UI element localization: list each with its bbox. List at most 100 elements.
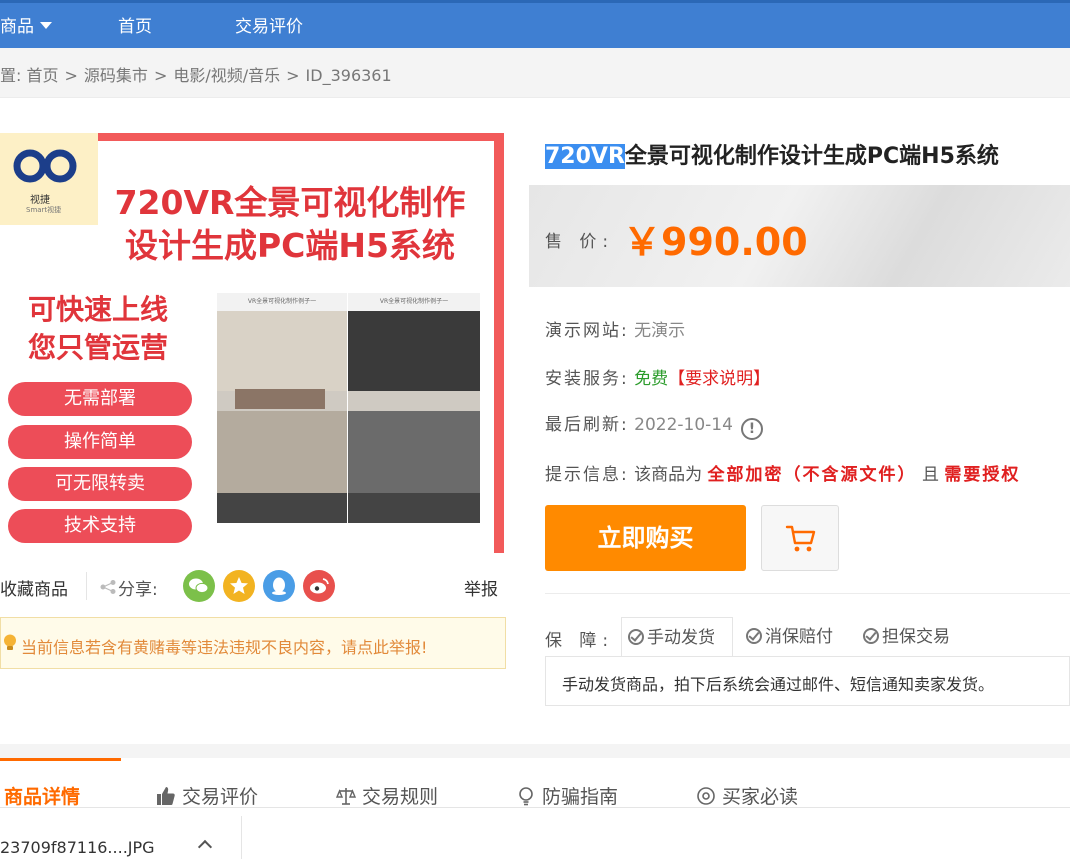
feature-pill: 技术支持 — [8, 509, 192, 543]
refresh-label: 最后刷新: — [545, 415, 629, 435]
weibo-icon[interactable] — [303, 570, 335, 602]
breadcrumb-prefix: 置: — [0, 66, 22, 85]
hint-encrypted: 全部加密（不含源文件） — [707, 465, 917, 485]
wechat-icon[interactable] — [183, 570, 215, 602]
tab-rules-label: 交易规则 — [362, 786, 439, 808]
chevron-up-icon[interactable] — [197, 839, 213, 855]
breadcrumb: 置: 首页 > 源码集市 > 电影/视频/音乐 > ID_396361 — [0, 62, 392, 86]
logo-mark-icon — [13, 149, 77, 183]
tab-rules[interactable]: 交易规则 — [336, 782, 438, 809]
tab-reviews-label: 交易评价 — [182, 786, 259, 808]
image-title: 720VR全景可视化制作 设计生成PC端H5系统 — [100, 181, 480, 267]
demo-row: 演示网站: 无演示 — [545, 316, 685, 341]
image-slogan: 可快速上线 您只管运营 — [28, 291, 168, 367]
image-border-right — [494, 133, 504, 553]
share-icon — [100, 580, 116, 594]
image-title-line2: 设计生成PC端H5系统 — [125, 226, 455, 265]
install-row: 安装服务: 免费【要求说明】 — [545, 364, 770, 389]
price-value: ￥990.00 — [623, 220, 808, 264]
info-icon[interactable]: ! — [740, 418, 763, 440]
warning-text: 当前信息若含有黄赌毒等违法违规不良内容，请点此举报! — [21, 638, 428, 657]
tab-anti-fraud-label: 防骗指南 — [542, 786, 619, 808]
tab-buyer-notice-label: 买家必读 — [722, 786, 799, 808]
share-label: 分享: — [118, 580, 158, 600]
guarantee-tab-compensation[interactable]: 消保赔付 — [740, 617, 833, 657]
guarantee-label: 保 障: — [545, 631, 615, 651]
image-title-line1: 720VR全景可视化制作 — [114, 183, 466, 222]
feature-pill: 可无限转卖 — [8, 467, 192, 501]
install-value: 免费 — [634, 369, 669, 389]
breadcrumb-separator: > — [286, 66, 300, 85]
nav-home[interactable]: 首页 — [118, 17, 152, 37]
top-nav: 商品 首页 交易评价 — [0, 0, 1070, 48]
nav-products-label: 商品 — [0, 17, 34, 37]
divider — [545, 593, 1070, 594]
active-tab-indicator — [0, 758, 121, 761]
hint-label: 提示信息: — [545, 465, 629, 485]
screenshot-wall — [217, 311, 347, 391]
report-link[interactable]: 举报 — [464, 575, 498, 600]
guarantee-tab-label: 手动发货 — [647, 628, 715, 648]
refresh-date: 2022-10-14 — [634, 415, 733, 435]
image-slogan-line2: 您只管运营 — [28, 331, 169, 364]
check-circle-icon — [863, 628, 879, 644]
nav-products-menu[interactable]: 商品 — [0, 17, 52, 37]
hint-row: 提示信息: 该商品为 全部加密（不含源文件） 且 需要授权 — [545, 460, 1020, 485]
detail-tabs: 商品详情 交易评价 交易规则 防骗指南 买家必读 — [0, 758, 1070, 808]
image-border-top — [90, 133, 504, 141]
product-image[interactable]: 视捷 Smart视捷 720VR全景可视化制作 设计生成PC端H5系统 可快速上… — [0, 133, 504, 553]
hint-text: 该商品为 — [634, 465, 703, 485]
tab-product-details[interactable]: 商品详情 — [4, 782, 80, 809]
qq-icon[interactable] — [263, 570, 295, 602]
favorite-button[interactable]: 收藏商品 — [0, 575, 68, 600]
breadcrumb-id: ID_396361 — [305, 66, 392, 85]
breadcrumb-source-market[interactable]: 源码集市 — [84, 66, 148, 85]
screenshot-title: VR全景可视化制作例子一 — [348, 293, 480, 311]
screenshot-wall — [348, 311, 480, 391]
scale-icon — [336, 788, 356, 805]
feature-pill: 无需部署 — [8, 382, 192, 416]
lightbulb-outline-icon — [519, 787, 533, 806]
screenshot-dining-room: VR全景可视化制作例子一 — [217, 293, 347, 523]
buy-now-button[interactable]: 立即购买 — [545, 505, 746, 571]
star-icon[interactable] — [223, 570, 255, 602]
screenshot-table — [235, 389, 325, 409]
section-separator — [0, 744, 1070, 758]
screenshot-title: VR全景可视化制作例子一 — [217, 293, 347, 311]
price-box: 售 价: ￥990.00 — [529, 185, 1070, 287]
check-circle-icon — [746, 628, 762, 644]
guarantee-tab-escrow[interactable]: 担保交易 — [857, 617, 950, 657]
product-title-highlight: 720VR — [545, 144, 625, 169]
guarantee-tab-label: 担保交易 — [882, 627, 950, 647]
caret-down-icon — [40, 22, 52, 29]
lightbulb-icon — [4, 634, 16, 650]
brand-logo: 视捷 Smart视捷 — [0, 133, 98, 225]
download-file-item[interactable]: 23709f87116....JPG — [0, 816, 242, 859]
add-to-cart-button[interactable] — [761, 505, 839, 571]
logo-subtitle: Smart视捷 — [26, 206, 62, 214]
tab-anti-fraud[interactable]: 防骗指南 — [516, 782, 618, 809]
install-label: 安装服务: — [545, 369, 629, 389]
breadcrumb-category[interactable]: 电影/视频/音乐 — [173, 66, 280, 85]
screenshot-toolbar — [217, 493, 347, 523]
price-label: 售 价: — [545, 232, 615, 252]
breadcrumb-separator: > — [153, 66, 168, 85]
refresh-row: 最后刷新: 2022-10-14! — [545, 410, 763, 440]
breadcrumb-home[interactable]: 首页 — [27, 66, 59, 85]
guarantee-tab-manual-delivery[interactable]: 手动发货 — [621, 617, 733, 657]
guarantee-description: 手动发货商品，拍下后系统会通过邮件、短信通知卖家发货。 — [545, 656, 1070, 706]
logo-name: 视捷 — [30, 195, 50, 206]
guarantee-tab-label: 消保赔付 — [765, 627, 833, 647]
product-title-rest: 全景可视化制作设计生成PC端H5系统 — [624, 144, 999, 169]
tab-reviews[interactable]: 交易评价 — [156, 782, 258, 809]
tab-buyer-notice[interactable]: 买家必读 — [696, 782, 798, 809]
install-requirements-link[interactable]: 【要求说明】 — [668, 369, 770, 389]
image-slogan-line1: 可快速上线 — [28, 293, 169, 326]
hint-text-and: 且 — [921, 465, 939, 485]
breadcrumb-bar: 置: 首页 > 源码集市 > 电影/视频/音乐 > ID_396361 — [0, 48, 1070, 98]
divider — [86, 572, 87, 600]
feature-pill: 操作简单 — [8, 425, 192, 459]
nav-reviews[interactable]: 交易评价 — [235, 17, 303, 37]
report-warning[interactable]: 当前信息若含有黄赌毒等违法违规不良内容，请点此举报! — [0, 617, 506, 669]
product-title: 720VR全景可视化制作设计生成PC端H5系统 — [545, 138, 999, 170]
